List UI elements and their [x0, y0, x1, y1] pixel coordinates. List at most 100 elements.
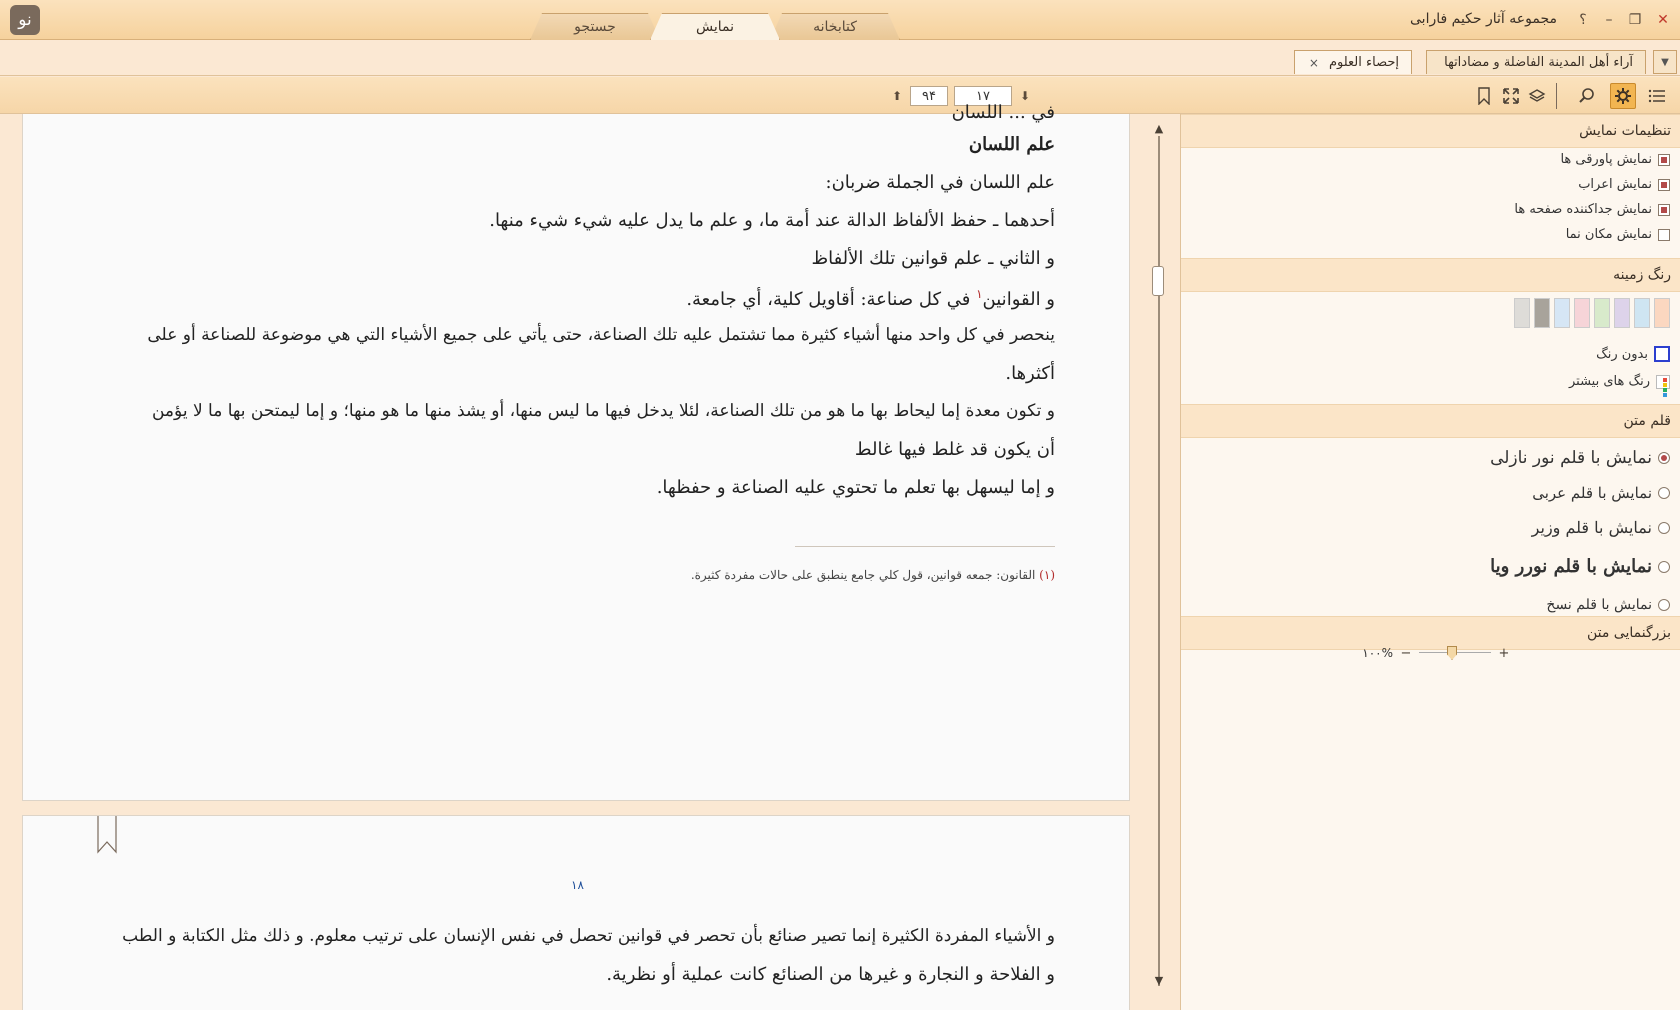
color-swatch[interactable]	[1574, 298, 1590, 328]
doc-tab-ara[interactable]: آراء أهل المدينة الفاضلة و مضاداتها	[1426, 50, 1646, 74]
no-color-box[interactable]	[1654, 346, 1670, 362]
text-line: ينحصر في كل واحد منها أشياء كثيرة مما تش…	[147, 325, 1055, 345]
option-label: نمایش با قلم نسخ	[1546, 597, 1652, 613]
option-label: نمایش با قلم عربی	[1532, 484, 1652, 502]
option-label: بدون رنگ	[1596, 346, 1648, 362]
text-line: و الأشياء المفردة الكثيرة إنما تصير صنائ…	[122, 926, 1055, 946]
footnote-text: القانون: جمعه قوانين، قول كلي جامع ينطبق…	[690, 568, 1036, 582]
color-swatch[interactable]	[1614, 298, 1630, 328]
slider-knob[interactable]	[1447, 646, 1457, 660]
color-swatch[interactable]	[1594, 298, 1610, 328]
close-button[interactable]: ✕	[1652, 9, 1674, 31]
logo-text: نو	[18, 10, 32, 30]
text-fragment: و القوانين	[982, 289, 1055, 310]
page-next: ۱۸ و الأشياء المفردة الكثيرة إنما تصير ص…	[22, 815, 1130, 1010]
toolbar-divider	[1556, 83, 1557, 109]
zoom-value: ۱۰۰%	[1362, 646, 1393, 660]
prev-page-icon[interactable]: ⬆	[890, 89, 904, 103]
font-option-naskh[interactable]: نمایش با قلم نسخ	[1546, 597, 1670, 613]
checkbox[interactable]	[1658, 203, 1670, 216]
color-swatch[interactable]	[1514, 298, 1530, 328]
scroll-up-icon[interactable]: ▲	[1152, 122, 1166, 135]
fullscreen-icon[interactable]	[1498, 83, 1524, 109]
zoom-slider[interactable]	[1419, 646, 1491, 660]
gear-icon[interactable]	[1610, 83, 1636, 109]
text-line: أحدهما ـ حفظ الألفاظ الدالة عند أمة ما، …	[489, 210, 1055, 231]
page-bookmark-icon[interactable]	[97, 816, 117, 854]
text-line: و الثاني ـ علم قوانين تلك الألفاظ	[811, 248, 1055, 269]
footnote: (۱) القانون: جمعه قوانين، قول كلي جامع ي…	[691, 568, 1055, 582]
footnote-divider	[795, 546, 1055, 547]
vertical-scrollbar[interactable]: ▲ ▼	[1148, 114, 1170, 1010]
settings-panel: تنظیمات نمایش نمایش پاورقی ها نمایش اعرا…	[1180, 114, 1680, 1010]
tab-library[interactable]: کتابخانه	[770, 13, 900, 40]
option-label: نمایش با قلم نورر ویا	[1490, 556, 1652, 577]
page-total-field[interactable]	[910, 86, 948, 106]
layers-icon[interactable]	[1524, 83, 1550, 109]
section-heading: علم اللسان	[968, 134, 1055, 155]
title-bar: نو جستجو نمایش کتابخانه مجموعه آثار حکیم…	[0, 0, 1680, 40]
text-line: أن يكون قد غلط فيها غالط	[854, 439, 1055, 460]
help-button[interactable]: ؟	[1572, 9, 1594, 31]
checkbox[interactable]	[1658, 178, 1670, 191]
list-icon[interactable]	[1644, 83, 1670, 109]
text-line: و تكون معدة إما ليحاط بها ما هو من تلك ا…	[151, 401, 1055, 421]
main-tabs: جستجو نمایش کتابخانه	[540, 13, 900, 40]
font-option-noorroya[interactable]: نمایش با قلم نورر ویا	[1490, 556, 1670, 577]
option-label: نمایش جداکننده صفحه ها	[1514, 202, 1652, 217]
text-line: أكثرها.	[1005, 363, 1055, 384]
radio-button[interactable]	[1658, 452, 1670, 464]
tab-display[interactable]: نمایش	[650, 13, 780, 40]
radio-button[interactable]	[1658, 599, 1670, 611]
color-swatch[interactable]	[1534, 298, 1550, 328]
zoom-out-button[interactable]: −	[1399, 646, 1413, 661]
text-line: و الفلاحة و النجارة و غيرها من الصنائع ك…	[606, 964, 1055, 985]
option-label: نمایش با قلم نور نازلی	[1490, 448, 1652, 468]
option-show-page-separators[interactable]: نمایش جداکننده صفحه ها	[1514, 202, 1670, 217]
page-current: في ... اللسان علم اللسان علم اللسان في ا…	[22, 102, 1130, 801]
radio-button[interactable]	[1658, 560, 1670, 573]
color-swatches	[1514, 298, 1670, 328]
scroll-track[interactable]	[1158, 136, 1160, 986]
doc-tab-label: آراء أهل المدينة الفاضلة و مضاداتها	[1444, 55, 1633, 70]
zoom-in-button[interactable]: +	[1497, 646, 1511, 661]
font-option-arabic[interactable]: نمایش با قلم عربی	[1532, 484, 1670, 502]
color-swatch[interactable]	[1634, 298, 1650, 328]
scroll-down-icon[interactable]: ▼	[1152, 974, 1166, 987]
option-label: نمایش اعراب	[1578, 177, 1652, 192]
bookmark-icon[interactable]	[1471, 83, 1497, 109]
checkbox[interactable]	[1658, 153, 1670, 166]
tabs-dropdown-icon[interactable]: ▼	[1653, 50, 1677, 74]
text-zoom-header: بزرگنمایی متن	[1181, 616, 1680, 650]
doc-tab-ihsa[interactable]: إحصاء العلوم ×	[1294, 50, 1412, 74]
checkbox[interactable]	[1658, 228, 1670, 241]
scroll-thumb[interactable]	[1152, 266, 1164, 296]
close-tab-icon[interactable]: ×	[1309, 56, 1319, 70]
option-no-color[interactable]: بدون رنگ	[1596, 346, 1670, 362]
minimize-button[interactable]: –	[1598, 9, 1620, 31]
option-show-diacritics[interactable]: نمایش اعراب	[1578, 177, 1670, 192]
next-page-icon[interactable]: ⬇	[1018, 89, 1032, 103]
color-swatch[interactable]	[1554, 298, 1570, 328]
option-label: رنگ های بیشتر	[1568, 374, 1650, 389]
doc-tab-label: إحصاء العلوم	[1328, 55, 1399, 70]
footnote-number: (۱)	[1039, 568, 1055, 582]
text-fragment: في كل صناعة: أقاويل كلية، أي جامعة.	[686, 289, 971, 310]
text-font-header: قلم متن	[1181, 404, 1680, 438]
tab-search[interactable]: جستجو	[530, 13, 660, 40]
radio-button[interactable]	[1658, 521, 1670, 534]
display-settings-header: تنظیمات نمایش	[1181, 114, 1680, 148]
zoom-control: ۱۰۰% − +	[1353, 646, 1511, 661]
text-line-with-footnote: و القوانين۱ في كل صناعة: أقاويل كلية، أي…	[686, 287, 1055, 310]
palette-icon[interactable]	[1656, 374, 1670, 397]
font-option-nazli[interactable]: نمایش با قلم نور نازلی	[1490, 448, 1670, 468]
font-option-vazir[interactable]: نمایش با قلم وزیر	[1532, 518, 1670, 537]
option-show-footnotes[interactable]: نمایش پاورقی ها	[1560, 152, 1670, 167]
option-more-colors[interactable]: رنگ های بیشتر	[1568, 374, 1670, 397]
radio-button[interactable]	[1658, 487, 1670, 499]
color-swatch[interactable]	[1654, 298, 1670, 328]
option-show-cursor[interactable]: نمایش مکان نما	[1566, 227, 1670, 242]
option-label: نمایش مکان نما	[1565, 227, 1652, 242]
restore-button[interactable]: ❐	[1624, 9, 1646, 31]
search-icon[interactable]	[1574, 83, 1600, 109]
